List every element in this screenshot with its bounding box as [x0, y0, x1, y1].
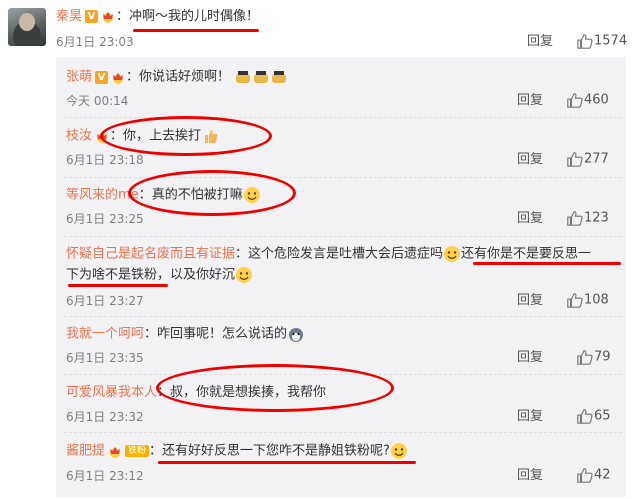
reply-button[interactable]: 回复	[517, 92, 543, 110]
cat-emoji-icon	[443, 245, 461, 263]
like-button[interactable]: 277	[566, 150, 609, 169]
reply-line: 我就一个呵呵：咋回事呢！怎么说话的	[66, 325, 305, 344]
comment-time: 6月1日 23:32	[66, 410, 144, 424]
reply-button[interactable]: 回复	[517, 349, 543, 367]
like-button[interactable]: 1574	[576, 32, 627, 51]
comment-text: 还有好好反思一下您咋不是静姐铁粉呢?	[162, 443, 390, 459]
annotation-underline	[68, 284, 168, 287]
reply-line: 酱肥提 铁粉 ：还有好好反思一下您咋不是静姐铁粉呢?	[66, 442, 408, 461]
like-count: 108	[584, 292, 609, 308]
comment-time: 6月1日 23:35	[66, 351, 144, 365]
cat-emoji-icon	[390, 442, 408, 460]
annotation-underline	[158, 461, 416, 464]
reply-button[interactable]: 回复	[517, 210, 543, 228]
comment-text-highlight: 下为啥不是铁粉	[66, 267, 158, 283]
annotation-circle	[128, 170, 296, 216]
divider	[64, 316, 622, 317]
like-count: 79	[594, 349, 611, 365]
like-count: 42	[594, 467, 611, 483]
avatar[interactable]	[8, 8, 46, 46]
comment-text: 冲啊～我的儿时偶像！	[129, 9, 260, 24]
divider	[64, 432, 622, 433]
annotation-circle	[100, 116, 272, 156]
thumb-up-icon	[566, 291, 584, 309]
top-comment-line: 秦昊 V ：冲啊～我的儿时偶像！	[56, 9, 260, 24]
reply-button[interactable]: 回复	[527, 33, 553, 51]
like-button[interactable]: 65	[576, 407, 611, 426]
husky-emoji-icon	[289, 328, 304, 342]
like-count: 65	[594, 408, 611, 424]
crown-badge-icon	[107, 445, 123, 458]
thumb-up-icon	[576, 466, 594, 484]
reply-line: 张萌 V ：你说话好烦啊！	[66, 68, 288, 87]
comment-text-highlight: 还有你是不是要反思一	[461, 246, 592, 262]
fan-badge: 铁粉	[125, 445, 150, 457]
like-count: 277	[584, 151, 609, 167]
verified-badge-icon: V	[85, 10, 99, 23]
annotation-circle	[156, 364, 394, 412]
like-count: 1574	[594, 33, 628, 49]
like-count: 123	[584, 210, 609, 226]
commenter-name[interactable]: 可爱风暴我本人	[66, 385, 157, 400]
thumb-up-icon	[576, 348, 594, 366]
verified-badge-icon: V	[95, 70, 109, 84]
thumb-up-icon	[576, 32, 594, 50]
divider	[64, 236, 622, 237]
like-button[interactable]: 460	[566, 91, 609, 110]
like-button[interactable]: 79	[576, 348, 611, 367]
commenter-name[interactable]: 怀疑自己是起名废而且有证据	[66, 247, 235, 262]
reply-button[interactable]: 回复	[517, 292, 543, 310]
like-count: 460	[584, 92, 609, 108]
comment-time: 今天 00:14	[66, 94, 129, 108]
reply-line-continued: 下为啥不是铁粉，以及你好沉	[66, 266, 253, 285]
reply-line: 怀疑自己是起名废而且有证据：这个危险发言是吐槽大会后遗症吗 还有你是不是要反思一	[66, 245, 592, 263]
like-button[interactable]: 123	[566, 209, 609, 228]
comment-time: 6月1日 23:25	[66, 212, 144, 226]
dog-emoji-icon	[272, 71, 287, 83]
comment-time: 6月1日 23:27	[66, 294, 144, 308]
thumb-up-icon	[566, 150, 584, 168]
comment-text: 咋回事呢！怎么说话的	[157, 326, 288, 342]
comment-text: 你说话好烦啊！	[139, 69, 231, 85]
reply-button[interactable]: 回复	[517, 467, 543, 485]
comment-time: 6月1日 23:12	[66, 469, 144, 483]
thumb-up-icon	[566, 209, 584, 227]
thumb-up-icon	[566, 91, 584, 109]
commenter-name[interactable]: 枝汝	[66, 129, 92, 144]
comment-time: 6月1日 23:03	[56, 35, 134, 49]
laugh-emoji-icon	[235, 266, 253, 284]
comment-text: ，以及你好沉	[157, 267, 236, 283]
commenter-name[interactable]: 张萌	[66, 70, 92, 85]
dog-emoji-icon	[254, 71, 269, 83]
crown-badge-icon	[100, 10, 116, 23]
commenter-name[interactable]: 我就一个呵呵	[66, 327, 144, 342]
reply-button[interactable]: 回复	[517, 151, 543, 169]
reply-button[interactable]: 回复	[517, 408, 543, 426]
like-button[interactable]: 108	[566, 291, 609, 310]
annotation-underline	[473, 262, 621, 265]
comment-text: 这个危险发言是吐槽大会后遗症吗	[248, 246, 444, 262]
commenter-name[interactable]: 秦昊	[56, 9, 82, 24]
like-button[interactable]: 42	[576, 466, 611, 485]
dog-emoji-icon	[236, 71, 251, 83]
annotation-underline	[133, 29, 259, 32]
thumb-up-icon	[576, 407, 594, 425]
comment-time: 6月1日 23:18	[66, 153, 144, 167]
crown-badge-icon	[110, 71, 126, 84]
commenter-name[interactable]: 酱肥提	[66, 444, 105, 459]
